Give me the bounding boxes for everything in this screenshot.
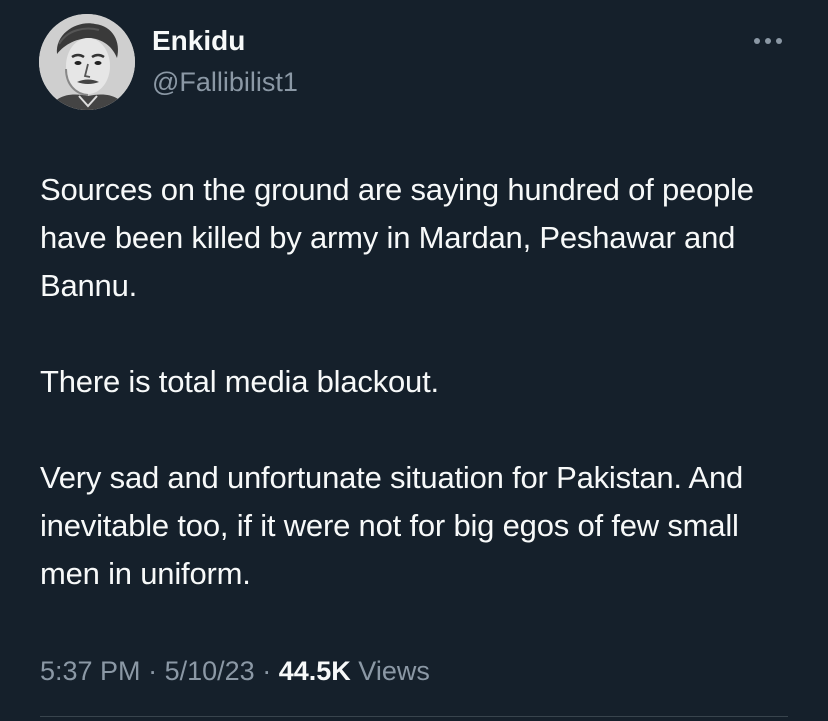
more-options-button[interactable]: [748, 26, 788, 56]
views-count[interactable]: 44.5K: [279, 656, 351, 686]
tweet-metadata: 5:37 PM · 5/10/23 · 44.5K Views: [40, 651, 430, 691]
tweet-text: Sources on the ground are saying hundred…: [40, 166, 800, 598]
tweet-paragraph: There is total media blackout.: [40, 364, 439, 399]
views-label: Views: [358, 656, 430, 686]
tweet-date[interactable]: 5/10/23: [165, 656, 255, 686]
avatar-portrait-icon: [39, 14, 135, 110]
tweet-paragraph: Sources on the ground are saying hundred…: [40, 172, 754, 303]
avatar[interactable]: [39, 14, 135, 110]
tweet: Enkidu @Fallibilist1 Sources on the grou…: [0, 0, 828, 721]
divider: [40, 716, 788, 717]
tweet-time[interactable]: 5:37 PM: [40, 656, 141, 686]
author-handle[interactable]: @Fallibilist1: [152, 65, 298, 99]
author-display-name[interactable]: Enkidu: [152, 24, 245, 58]
meta-separator: ·: [262, 656, 272, 686]
more-horizontal-icon: [754, 38, 782, 44]
meta-separator: ·: [148, 656, 158, 686]
tweet-paragraph: Very sad and unfortunate situation for P…: [40, 460, 744, 591]
